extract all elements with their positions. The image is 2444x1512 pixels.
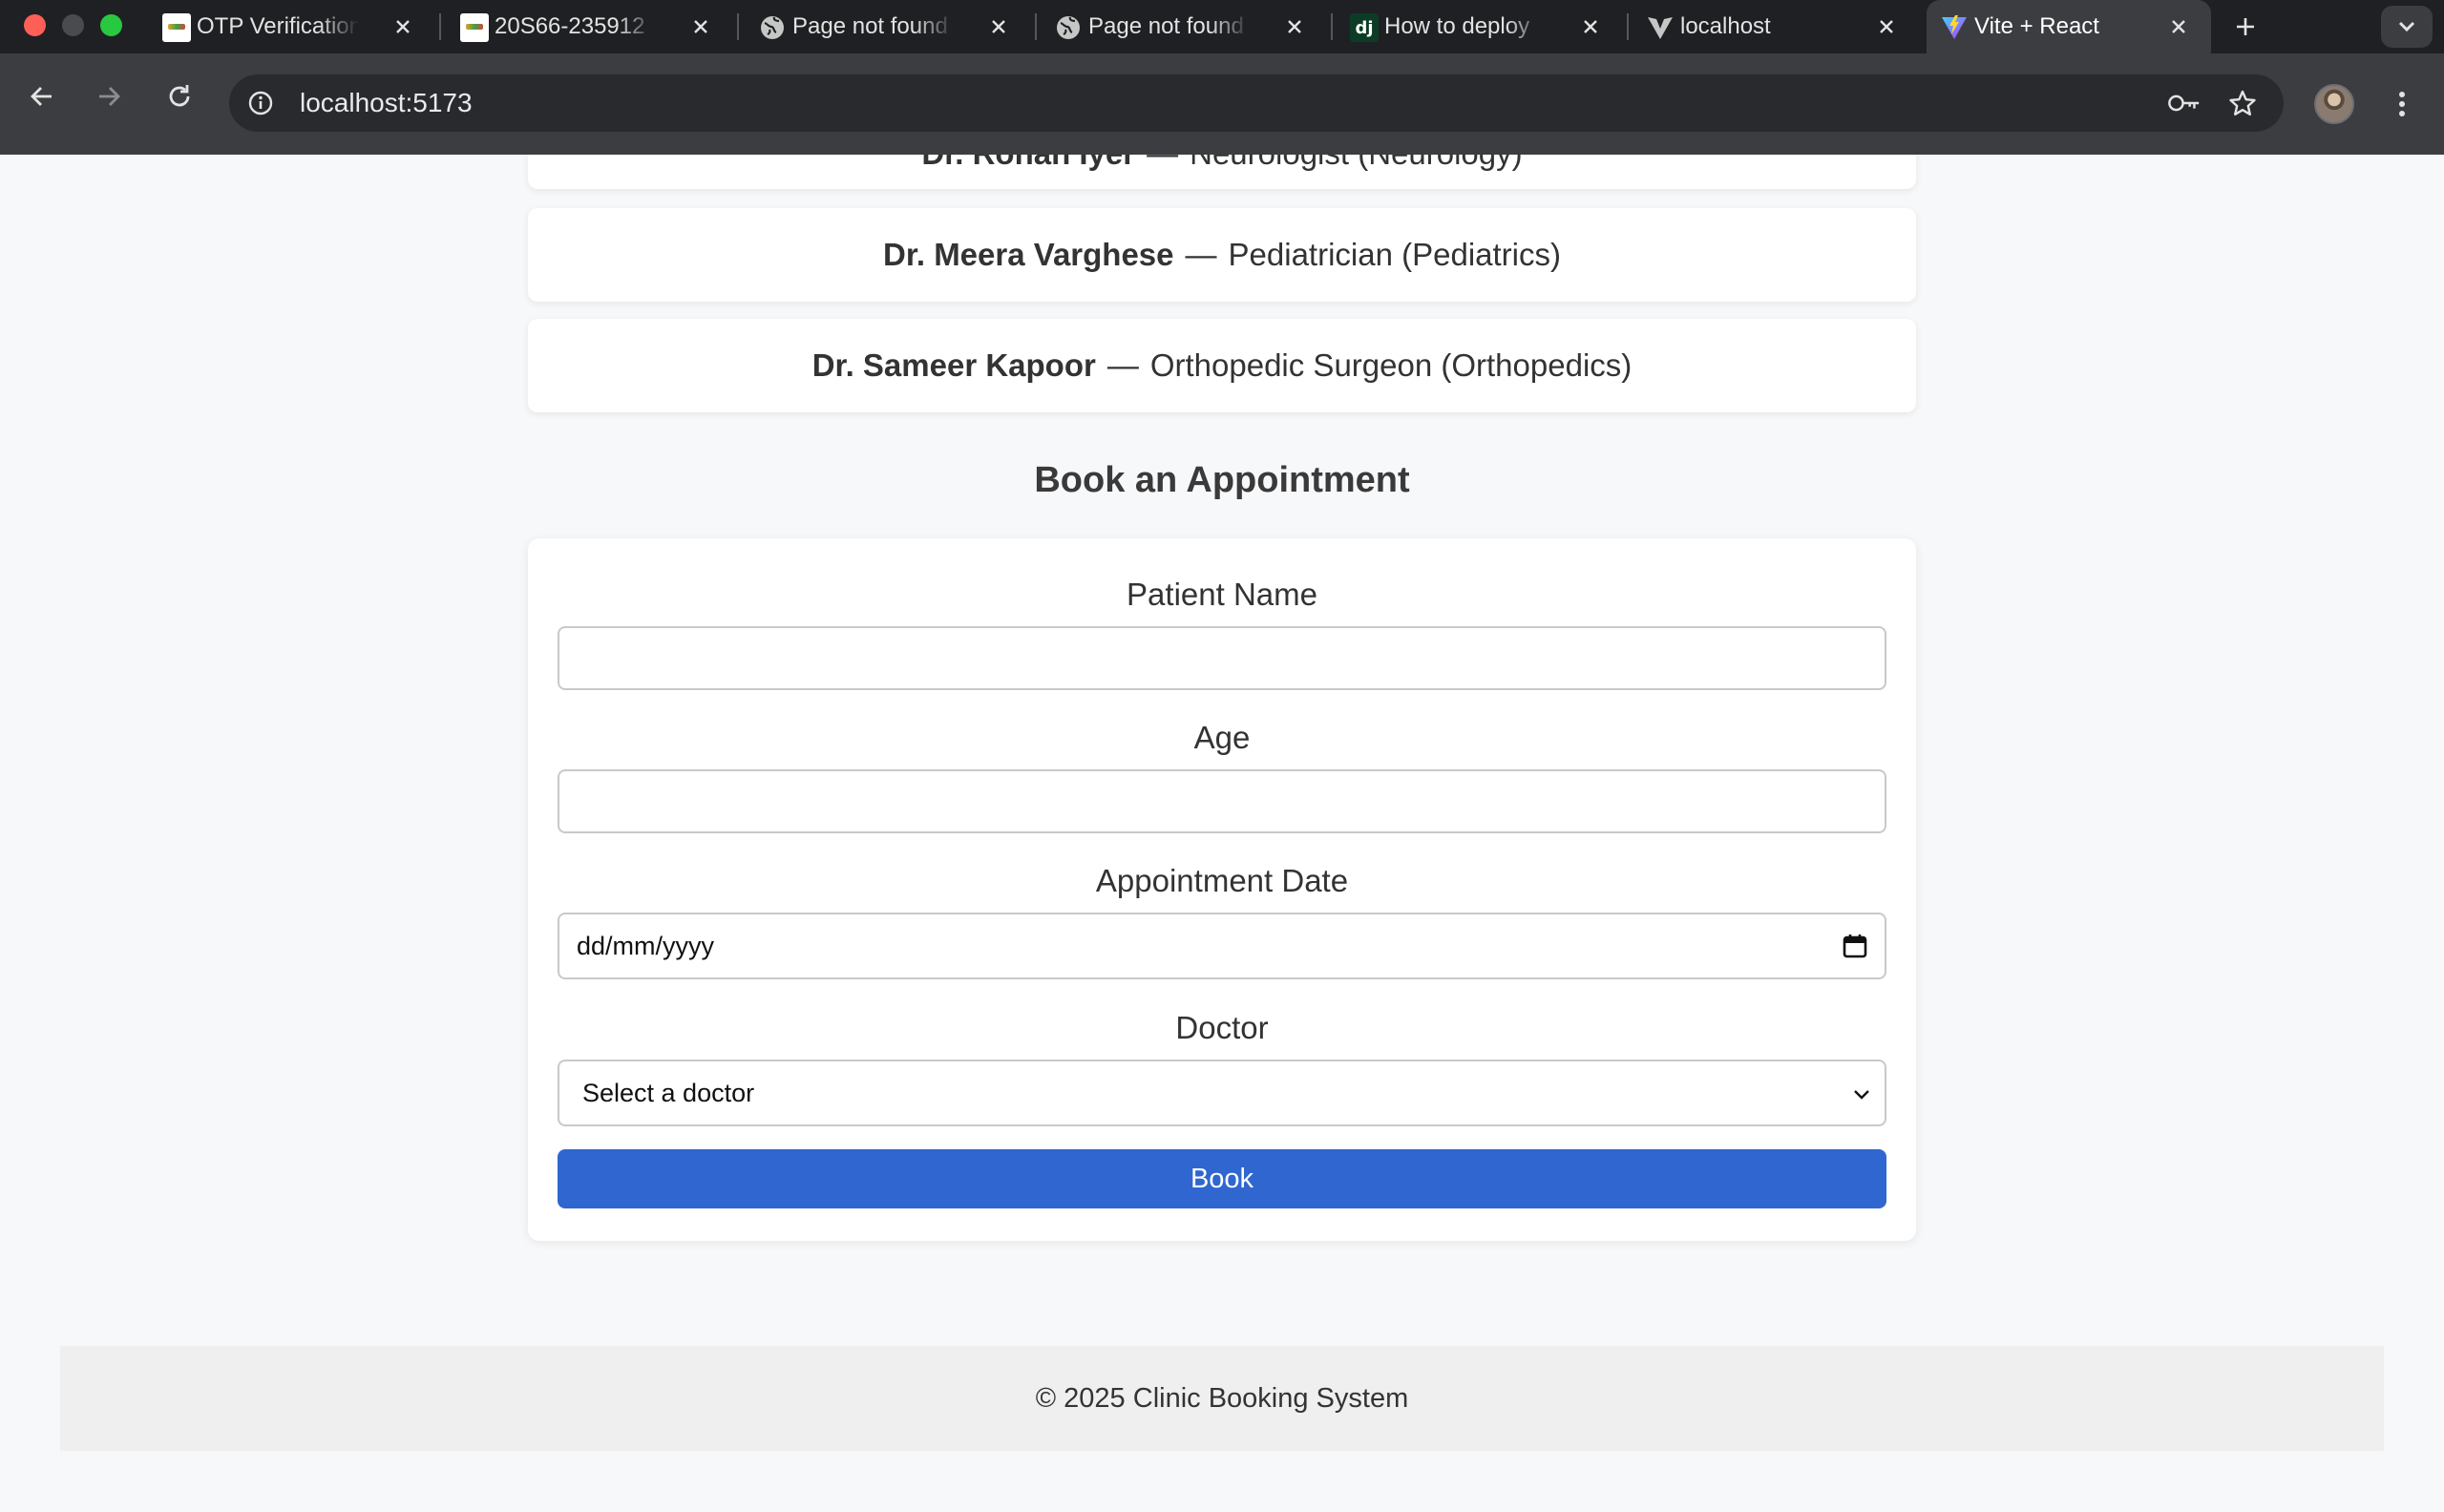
doctor-name: Dr. Sameer Kapoor xyxy=(811,347,1096,383)
tab-title: Vite + React xyxy=(1974,13,2099,39)
close-icon[interactable] xyxy=(390,13,416,40)
doctor-role: Neurologist (Neurology) xyxy=(1190,155,1522,172)
separator: — xyxy=(1147,155,1178,172)
book-button[interactable]: Book xyxy=(558,1149,1886,1208)
tab-divider xyxy=(1331,13,1333,40)
tab-title: How to deploy xyxy=(1384,13,1530,39)
globe-icon xyxy=(758,13,787,42)
doctor-card: Dr. Sameer Kapoor — Orthopedic Surgeon (… xyxy=(528,319,1916,412)
separator: — xyxy=(1185,237,1217,272)
clinic-logo-icon xyxy=(460,13,489,42)
doctor-card: Dr. Meera Varghese — Pediatrician (Pedia… xyxy=(528,208,1916,302)
doctor-select-value: Select a doctor xyxy=(582,1079,755,1107)
doctor-card: Dr. Rohan Iyer — Neurologist (Neurology) xyxy=(528,155,1916,189)
minimize-window-button[interactable] xyxy=(62,14,84,36)
doctor-name: Dr. Rohan Iyer xyxy=(921,155,1135,172)
close-icon[interactable] xyxy=(985,13,1012,40)
tab-search-button[interactable] xyxy=(2381,6,2433,48)
vite-icon xyxy=(1940,13,1969,42)
tab-how-to-deploy[interactable]: dj How to deploy xyxy=(1337,0,1623,53)
footer-text: © 2025 Clinic Booking System xyxy=(1035,1382,1409,1414)
page-viewport: Dr. Rohan Iyer — Neurologist (Neurology)… xyxy=(0,155,2444,1512)
reload-button[interactable] xyxy=(158,75,200,117)
age-input[interactable] xyxy=(558,769,1886,833)
tab-vite-react[interactable]: Vite + React xyxy=(1927,0,2211,53)
close-icon[interactable] xyxy=(1873,13,1900,40)
tab-page-not-found[interactable]: Page not found xyxy=(745,0,1031,53)
close-icon[interactable] xyxy=(2165,13,2192,40)
doctor-role: Pediatrician (Pediatrics) xyxy=(1228,237,1561,272)
forward-button[interactable] xyxy=(88,75,130,117)
appointment-date-input[interactable]: dd/mm/yyyy xyxy=(558,913,1886,979)
maximize-window-button[interactable] xyxy=(100,14,122,36)
key-icon[interactable] xyxy=(2167,88,2202,118)
tab-otp-verification[interactable]: OTP Verification xyxy=(149,0,435,53)
booking-title: Book an Appointment xyxy=(1034,460,1410,500)
tab-title: OTP Verification xyxy=(197,13,359,39)
separator: — xyxy=(1106,347,1139,383)
site-info-icon[interactable] xyxy=(246,89,275,117)
tab-divider xyxy=(1035,13,1037,40)
browser-toolbar: localhost:5173 xyxy=(0,53,2444,155)
tab-title: Page not found xyxy=(792,13,948,39)
profile-avatar[interactable] xyxy=(2314,84,2354,124)
address-bar[interactable]: localhost:5173 xyxy=(229,74,2284,132)
doctor-name: Dr. Meera Varghese xyxy=(883,237,1174,272)
doctor-role: Orthopedic Surgeon (Orthopedics) xyxy=(1149,347,1633,383)
calendar-icon[interactable] xyxy=(1843,933,1867,959)
tab-document[interactable]: 20S66-235912 xyxy=(447,0,733,53)
browser-menu-icon[interactable] xyxy=(2383,80,2421,128)
tab-title: Page not found xyxy=(1088,13,1244,39)
tab-divider xyxy=(439,13,441,40)
close-icon[interactable] xyxy=(687,13,714,40)
bookmark-star-icon[interactable] xyxy=(2226,87,2259,119)
date-placeholder: dd/mm/yyyy xyxy=(577,932,715,960)
new-tab-button[interactable] xyxy=(2226,8,2265,46)
close-icon[interactable] xyxy=(1281,13,1308,40)
page-footer: © 2025 Clinic Booking System xyxy=(60,1346,2384,1451)
booking-form: Patient Name Age Appointment Date dd/mm/… xyxy=(528,538,1916,1241)
tab-page-not-found-2[interactable]: Page not found xyxy=(1041,0,1327,53)
django-icon: dj xyxy=(1350,13,1379,42)
vite-mono-icon xyxy=(1646,13,1675,42)
tab-title: 20S66-235912 xyxy=(495,13,645,39)
age-label: Age xyxy=(1193,720,1251,755)
tab-title: localhost xyxy=(1680,13,1771,39)
doctor-select[interactable]: Select a doctor xyxy=(558,1060,1886,1126)
back-button[interactable] xyxy=(21,75,63,117)
tab-localhost[interactable]: localhost xyxy=(1633,0,1919,53)
close-icon[interactable] xyxy=(1577,13,1604,40)
doctor-label: Doctor xyxy=(1175,1010,1269,1045)
close-window-button[interactable] xyxy=(24,14,46,36)
url-text[interactable]: localhost:5173 xyxy=(300,74,473,132)
tab-strip: OTP Verification 20S66-235912 Page not f… xyxy=(0,0,2444,53)
patient-name-input[interactable] xyxy=(558,626,1886,690)
clinic-logo-icon xyxy=(162,13,191,42)
chevron-down-icon xyxy=(1854,1090,1869,1100)
tab-divider xyxy=(737,13,739,40)
patient-name-label: Patient Name xyxy=(1127,577,1317,612)
globe-icon xyxy=(1054,13,1083,42)
tab-divider xyxy=(1627,13,1629,40)
appointment-date-label: Appointment Date xyxy=(1095,863,1349,898)
